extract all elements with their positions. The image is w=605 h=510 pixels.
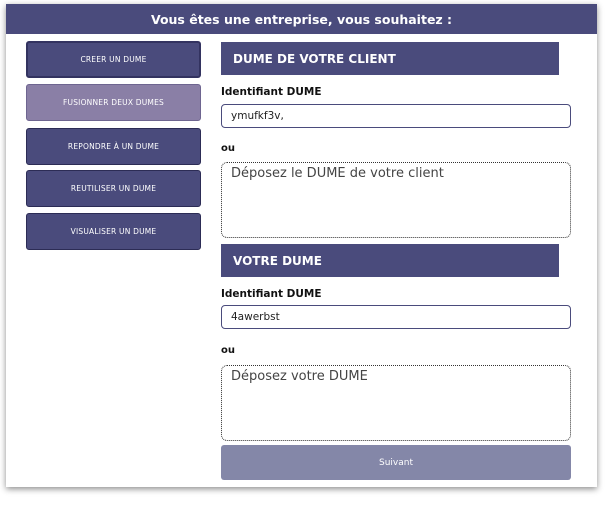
client-dume-section-title: DUME DE VOTRE CLIENT (221, 42, 559, 75)
client-dropzone-label: Déposez le DUME de votre client (231, 166, 444, 181)
reuse-dume-button[interactable]: REUTILISER UN DUME (26, 170, 201, 207)
reuse-dume-label: REUTILISER UN DUME (70, 184, 157, 193)
merge-dumes-button[interactable]: FUSIONNER DEUX DUMES (26, 84, 201, 121)
own-dropzone-label: Déposez votre DUME (231, 369, 368, 384)
own-dume-id-value: 4awerbst (231, 311, 280, 323)
view-dume-button[interactable]: VISUALISER UN DUME (26, 213, 201, 250)
create-dume-button[interactable]: CREER UN DUME (26, 41, 201, 78)
client-dume-id-input[interactable]: ymufkf3v, (221, 104, 571, 128)
banner-emphasis: entreprise (254, 11, 328, 27)
own-dume-section-title: VOTRE DUME (221, 244, 559, 277)
client-or-separator: ou (221, 143, 235, 154)
respond-dume-label: REPONDRE À UN DUME (67, 142, 160, 151)
merge-dume-panel: Vous êtes une entreprise, vous souhaitez… (6, 4, 597, 487)
respond-dume-button[interactable]: REPONDRE À UN DUME (26, 128, 201, 165)
view-dume-label: VISUALISER UN DUME (70, 227, 157, 236)
page-title-banner: Vous êtes une entreprise, vous souhaitez… (6, 4, 597, 34)
banner-suffix: , vous souhaitez : (327, 11, 453, 27)
own-or-separator: ou (221, 345, 235, 356)
banner-prefix: Vous êtes une (150, 11, 255, 27)
own-dume-dropzone[interactable]: Déposez votre DUME (221, 365, 571, 441)
next-button-label: Suivant (379, 457, 413, 468)
merge-dumes-label: FUSIONNER DEUX DUMES (63, 98, 164, 107)
next-button[interactable]: Suivant (221, 445, 571, 480)
client-dume-id-label: Identifiant DUME (221, 86, 322, 98)
client-dume-id-value: ymufkf3v, (231, 110, 284, 122)
own-dume-id-input[interactable]: 4awerbst (221, 305, 571, 329)
own-dume-id-label: Identifiant DUME (221, 288, 322, 300)
client-dume-dropzone[interactable]: Déposez le DUME de votre client (221, 162, 571, 238)
create-dume-label: CREER UN DUME (80, 55, 147, 64)
